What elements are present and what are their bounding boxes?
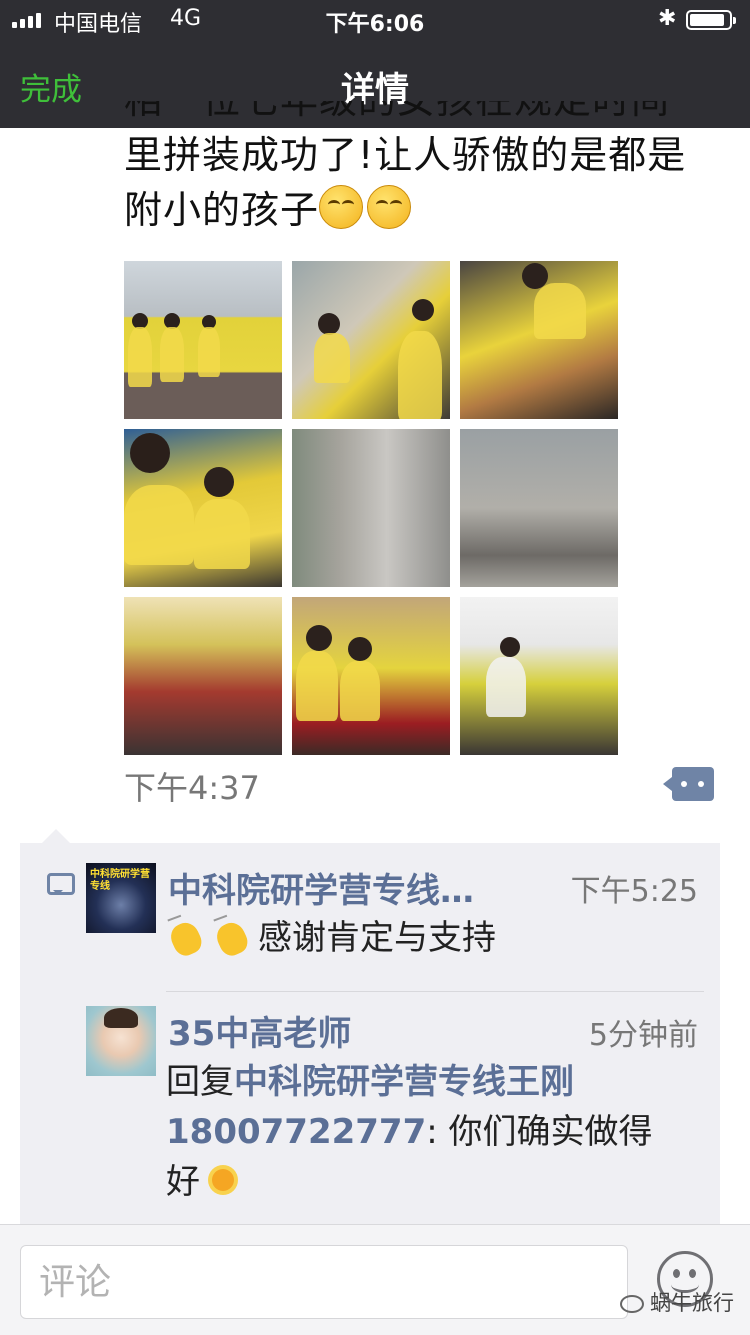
comment-body-end: 好	[166, 1162, 200, 1202]
comment-text[interactable]: 回复中科院研学营专线王刚 18007722777: 你们确实做得 好	[166, 1057, 706, 1207]
avatar-text: 中科院研学营专线	[90, 869, 150, 892]
comment-author[interactable]: 35中高老师	[168, 1006, 351, 1055]
photo-5[interactable]	[292, 429, 450, 587]
comments-panel: 中科院研学营专线 中科院研学营专线… 下午5:25 感谢肯定与支持 35中高老师…	[20, 829, 720, 1233]
photo-6[interactable]	[460, 429, 618, 587]
photo-9[interactable]	[460, 597, 618, 755]
avatar[interactable]	[86, 1006, 156, 1076]
wechat-icon	[620, 1295, 644, 1313]
more-dots-icon[interactable]	[663, 767, 714, 801]
reply-to-phone[interactable]: 18007722777	[166, 1112, 426, 1152]
battery-level-fill	[690, 14, 724, 26]
reply-to-name[interactable]: 中科院研学营专线王刚	[234, 1062, 574, 1102]
comment-bubble-icon	[47, 873, 75, 895]
comment-input[interactable]	[20, 1245, 628, 1319]
photo-1[interactable]	[124, 261, 282, 419]
smirking-face-icon	[319, 185, 364, 229]
bluetooth-icon: ✱	[658, 6, 677, 31]
clapping-hands-icon	[166, 917, 206, 957]
comment-body: : 你们确实做得	[426, 1112, 653, 1152]
clapping-hands-icon	[212, 917, 252, 957]
bottom-bar: 蜗牛旅行	[0, 1224, 750, 1335]
comment-time: 下午5:25	[570, 874, 698, 909]
comment-body: 感谢肯定与支持	[258, 918, 496, 958]
status-time: 下午6:06	[325, 12, 425, 37]
post-text: 相一位七年级的女孩在规定时间 里拼装成功了!让人骄傲的是都是 附小的孩子	[124, 101, 734, 238]
watermark: 蜗牛旅行	[620, 1287, 734, 1317]
photo-7[interactable]	[124, 597, 282, 755]
divider	[166, 991, 704, 992]
watermark-text: 蜗牛旅行	[650, 1291, 734, 1315]
photo-grid	[124, 261, 618, 755]
battery-icon	[686, 10, 736, 30]
comment-author[interactable]: 中科院研学营专线…	[168, 863, 474, 912]
comment-time: 5分钟前	[588, 1018, 698, 1053]
comment-text[interactable]: 感谢肯定与支持	[166, 913, 496, 963]
photo-4[interactable]	[124, 429, 282, 587]
post-text-line: 相一位七年级的女孩在规定时间	[124, 101, 734, 128]
avatar[interactable]: 中科院研学营专线	[86, 863, 156, 933]
photo-8[interactable]	[292, 597, 450, 755]
post-time: 下午4:37	[124, 769, 260, 807]
post-text-line: 里拼装成功了!让人骄傲的是都是	[124, 133, 687, 177]
status-bar: 中国电信 4G 下午6:06 ✱	[0, 0, 750, 40]
post-text-line-3: 附小的孩子	[124, 188, 320, 232]
sun-icon	[204, 1161, 242, 1199]
smirking-face-icon	[367, 185, 412, 229]
reply-prefix: 回复	[166, 1062, 234, 1102]
photo-3[interactable]	[460, 261, 618, 419]
photo-2[interactable]	[292, 261, 450, 419]
post-text-line: 附小的孩子	[124, 183, 734, 238]
